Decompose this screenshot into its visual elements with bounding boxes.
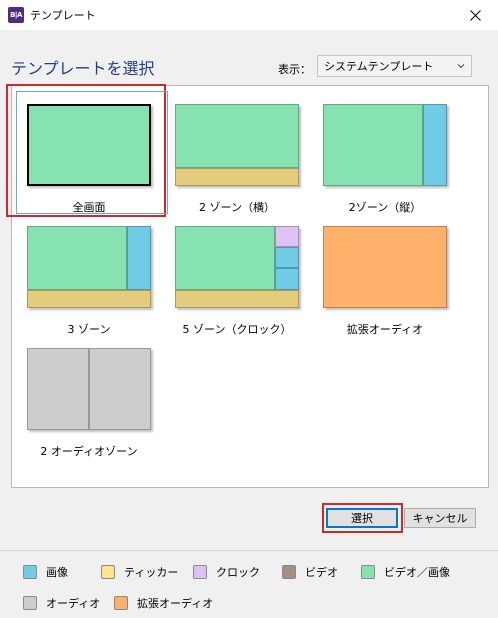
- template-tile-2zone-horizontal[interactable]: 2 ゾーン（横）: [174, 103, 300, 225]
- template-label: 拡張オーディオ: [346, 323, 424, 336]
- zone-image: [275, 268, 299, 290]
- template-thumbnail: [175, 226, 299, 308]
- app-logo-icon: B|A: [8, 7, 24, 23]
- legend-item-video: ビデオ: [282, 564, 338, 580]
- zone-image: [127, 226, 151, 290]
- template-label: 全画面: [72, 201, 106, 214]
- legend-label: ビデオ: [305, 566, 338, 579]
- template-gallery: 全画面 2 ゾーン（横） 2ゾーン（縦） 3 ゾーン 5 ゾーン（クロック） 拡…: [6, 84, 489, 488]
- template-tile-fullscreen[interactable]: 全画面: [26, 103, 152, 225]
- template-thumbnail: [27, 104, 151, 186]
- chevron-down-icon: [457, 64, 465, 69]
- zone-video: [175, 226, 275, 290]
- legend-swatch: [23, 596, 37, 610]
- template-tile-2zone-vertical[interactable]: 2ゾーン（縦）: [322, 103, 448, 225]
- legend-item-ticker: ティッカー: [101, 564, 178, 580]
- template-label: 2 ゾーン（横）: [199, 201, 275, 214]
- legend-label: ビデオ／画像: [384, 566, 450, 579]
- zone-ticker: [175, 290, 299, 308]
- template-thumbnail: [27, 348, 151, 430]
- select-button[interactable]: 選択: [326, 508, 398, 528]
- template-source-value: システムテンプレート: [324, 60, 434, 73]
- zone-video: [27, 226, 127, 290]
- template-thumbnail: [323, 104, 447, 186]
- display-label: 表示：: [278, 63, 311, 76]
- title-bar: B|A テンプレート: [0, 0, 498, 30]
- cancel-button[interactable]: キャンセル: [404, 508, 476, 528]
- template-label: 5 ゾーン（クロック）: [182, 323, 292, 336]
- zone-video: [175, 104, 299, 168]
- template-thumbnail: [175, 104, 299, 186]
- legend-item-audio: オーディオ: [23, 595, 100, 611]
- legend-swatch: [23, 565, 37, 579]
- legend-swatch: [361, 565, 375, 579]
- zone-video: [323, 104, 423, 186]
- legend-item-video-image: ビデオ／画像: [361, 564, 450, 580]
- legend-item-clock: クロック: [193, 564, 260, 580]
- zone-ticker: [175, 168, 299, 186]
- zone-image: [275, 247, 299, 268]
- close-button[interactable]: [452, 0, 498, 30]
- window-title: テンプレート: [30, 9, 96, 22]
- legend-item-image: 画像: [23, 564, 68, 580]
- template-label: 2ゾーン（縦）: [348, 201, 422, 214]
- zone-extended-audio: [323, 226, 447, 308]
- zone-audio: [89, 348, 151, 430]
- legend-label: クロック: [216, 566, 260, 579]
- zone-audio: [27, 348, 89, 430]
- template-source-select[interactable]: システムテンプレート: [317, 55, 472, 77]
- template-label: 3 ゾーン: [67, 323, 111, 336]
- zone-image: [423, 104, 447, 186]
- legend-label: オーディオ: [46, 597, 101, 610]
- template-thumbnail: [323, 226, 447, 308]
- page-title: テンプレートを選択: [11, 59, 155, 78]
- legend-label: 拡張オーディオ: [137, 597, 214, 610]
- zone-video: [29, 106, 149, 184]
- legend-label: ティッカー: [124, 566, 179, 579]
- template-thumbnail: [27, 226, 151, 308]
- legend-swatch: [101, 565, 115, 579]
- template-tile-2audio-zone[interactable]: 2 オーディオゾーン: [26, 347, 152, 469]
- legend-label: 画像: [46, 566, 68, 579]
- divider: [0, 550, 498, 551]
- zone-ticker: [27, 290, 151, 308]
- legend-item-extended-audio: 拡張オーディオ: [114, 595, 213, 611]
- template-tile-3zone[interactable]: 3 ゾーン: [26, 225, 152, 347]
- zone-clock: [275, 226, 299, 247]
- legend-swatch: [282, 565, 296, 579]
- template-tile-extended-audio[interactable]: 拡張オーディオ: [322, 225, 448, 347]
- legend-swatch: [193, 565, 207, 579]
- template-tile-5zone-clock[interactable]: 5 ゾーン（クロック）: [174, 225, 300, 347]
- legend-swatch: [114, 596, 128, 610]
- template-label: 2 オーディオゾーン: [40, 445, 138, 458]
- close-icon: [469, 9, 481, 21]
